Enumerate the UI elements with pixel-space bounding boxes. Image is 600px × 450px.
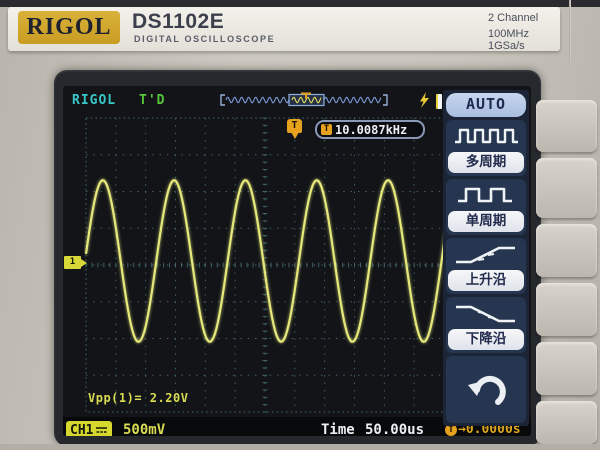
menu-label-rising-edge[interactable]: 上升沿 — [448, 270, 524, 291]
model-subtitle: DIGITAL OSCILLOSCOPE — [134, 34, 275, 44]
channel1-level-marker[interactable]: 1 — [64, 256, 81, 269]
menu-page-indicator — [436, 94, 442, 109]
multi-period-square-wave-icon — [452, 123, 520, 147]
top-edge — [0, 0, 600, 7]
menu-item-falling-edge[interactable]: 下降沿 — [446, 297, 526, 353]
softkey-2[interactable] — [536, 158, 597, 218]
trigger-status-text: T'D — [139, 93, 165, 108]
case-seam — [569, 0, 571, 62]
graticule-and-trace — [84, 116, 446, 414]
channel1-badge[interactable]: CH1 — [66, 421, 112, 436]
model-number: DS1102E — [132, 10, 224, 34]
menu-label-multi-period[interactable]: 多周期 — [448, 152, 524, 173]
softkey-4[interactable] — [536, 283, 597, 336]
falling-edge-icon — [452, 300, 520, 326]
single-period-square-wave-icon — [452, 182, 520, 206]
undo-arrow-icon — [465, 370, 507, 410]
softkey-1[interactable] — [536, 100, 597, 152]
menu-label-falling-edge[interactable]: 下降沿 — [448, 329, 524, 350]
timebase-label: Time — [321, 422, 355, 436]
brand-plate: RIGOL DS1102E DIGITAL OSCILLOSCOPE 2 Cha… — [8, 7, 560, 51]
coupling-icon — [95, 425, 108, 435]
menu-item-rising-edge[interactable]: 上升沿 — [446, 238, 526, 294]
bottom-case-edge — [0, 444, 600, 450]
lcd-screen: RIGOL T'D T 1 T 10.0087kHz Vpp(1)= 2.20V… — [63, 86, 531, 436]
softkey-6[interactable] — [536, 401, 597, 444]
menu-item-single-period[interactable]: 单周期 — [446, 179, 526, 235]
trigger-frequency-value: 10.0087kHz — [335, 123, 407, 137]
waveform-memory-bar — [218, 92, 390, 109]
menu-item-multi-period[interactable]: 多周期 — [446, 120, 526, 176]
menu-item-back[interactable] — [446, 356, 526, 423]
screen-bezel: RIGOL T'D T 1 T 10.0087kHz Vpp(1)= 2.20V… — [54, 70, 541, 446]
menu-label-single-period[interactable]: 单周期 — [448, 211, 524, 232]
trigger-position-marker[interactable]: T — [287, 119, 302, 133]
oscilloscope-front-panel: RIGOL DS1102E DIGITAL OSCILLOSCOPE 2 Cha… — [0, 0, 600, 450]
trigger-frequency-readout: T 10.0087kHz — [315, 120, 425, 139]
rising-edge-icon — [452, 241, 520, 267]
menu-auto-button[interactable]: AUTO — [446, 93, 526, 117]
spec-bandwidth: 100MHz 1GSa/s — [488, 28, 560, 52]
screen-brand-text: RIGOL — [72, 93, 116, 108]
rigol-logo: RIGOL — [18, 11, 120, 44]
channel1-badge-label: CH1 — [70, 423, 93, 437]
trigger-badge-icon: T — [321, 124, 332, 135]
spec-channels: 2 Channel — [488, 12, 538, 24]
softkey-3[interactable] — [536, 224, 597, 277]
channel1-scale: 500mV — [123, 422, 165, 436]
softkey-5[interactable] — [536, 342, 597, 395]
softkey-menu: AUTO 多周期 单周期 — [443, 90, 529, 426]
vpp-measurement: Vpp(1)= 2.20V — [88, 391, 188, 405]
timebase-value: 50.00us — [365, 422, 424, 436]
lightning-icon — [418, 92, 431, 109]
